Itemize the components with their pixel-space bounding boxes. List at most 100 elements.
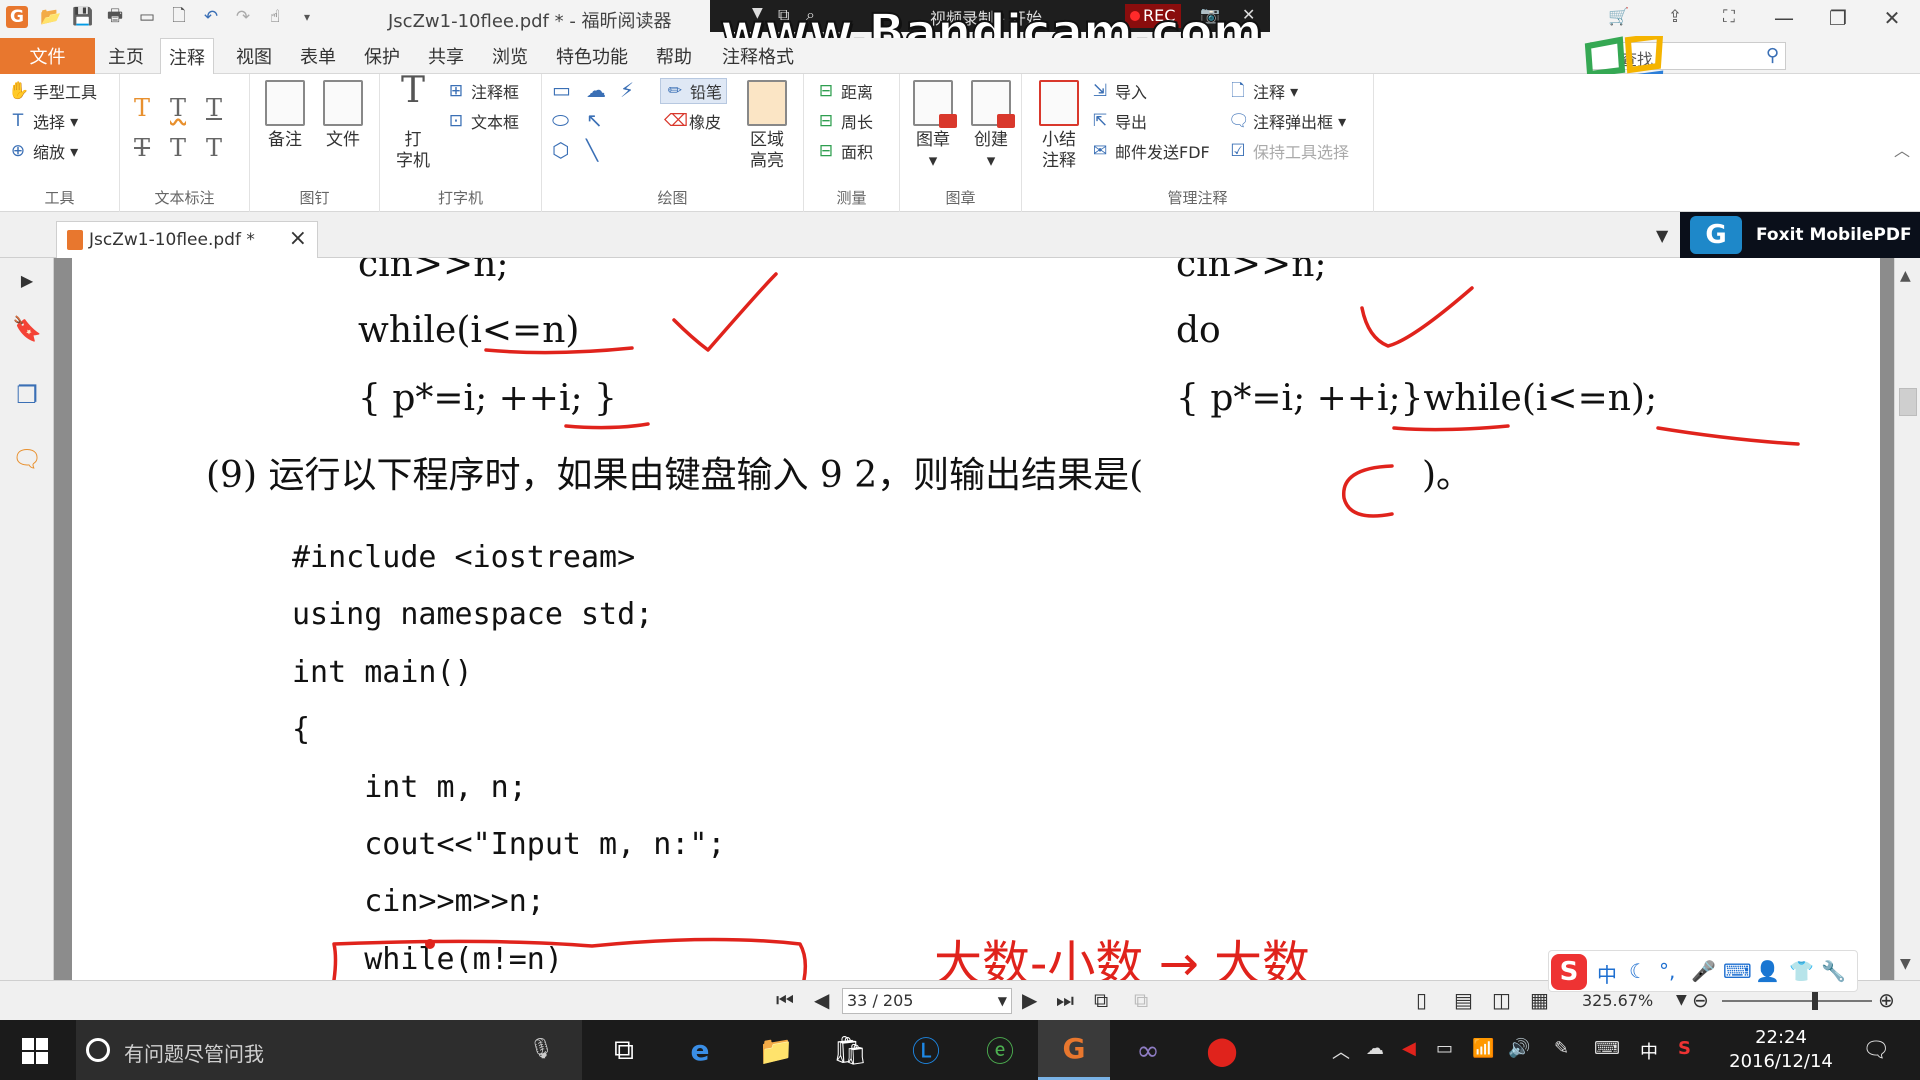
share-icon[interactable]: ⇪: [1664, 6, 1686, 28]
browser-360-icon[interactable]: ⓔ: [964, 1020, 1036, 1080]
line-icon[interactable]: ╲: [586, 138, 598, 162]
annotation-dropdown[interactable]: 🗋 注释 ▾: [1228, 78, 1298, 104]
export-button[interactable]: ⇱ 导出: [1090, 108, 1147, 134]
stamp-button[interactable]: 图章 ▾: [906, 80, 960, 172]
single-page-icon[interactable]: ▯: [1416, 988, 1427, 1012]
keyboard-icon[interactable]: ⌨: [1723, 959, 1752, 983]
eraser-button[interactable]: ⌫ 橡皮: [664, 108, 721, 134]
file-explorer-icon[interactable]: 📁: [740, 1020, 812, 1080]
foxit-taskbar-icon[interactable]: G: [1038, 1020, 1110, 1080]
page-dropdown-icon[interactable]: ▼: [998, 989, 1007, 1013]
scroll-thumb[interactable]: [1899, 388, 1917, 416]
redo-icon[interactable]: ↷: [232, 6, 254, 28]
callout-button[interactable]: ⊞ 注释框: [446, 78, 519, 104]
pages-icon[interactable]: ❐: [12, 380, 42, 410]
store-icon[interactable]: 🛍: [814, 1020, 886, 1080]
clock[interactable]: 22:24 2016/12/14: [1726, 1026, 1836, 1074]
pencil-button[interactable]: ✏ 铅笔: [660, 78, 728, 104]
document-view[interactable]: cin>>n; while(i<=n) { p*=i; ++i; } cin>>…: [54, 258, 1894, 980]
cloud-icon[interactable]: ☁: [586, 78, 606, 102]
cart-icon[interactable]: 🛒: [1608, 6, 1630, 28]
tray-alert-icon[interactable]: ◀: [1402, 1038, 1416, 1059]
foxit-app-icon[interactable]: G: [6, 6, 28, 28]
bookmark-icon[interactable]: 🔖: [12, 314, 42, 344]
save-icon[interactable]: 💾: [72, 6, 94, 28]
sogou-tray-icon[interactable]: S: [1678, 1038, 1691, 1059]
ime-mic-icon[interactable]: 🎤: [1691, 959, 1716, 983]
volume-icon[interactable]: 🔊: [1508, 1038, 1530, 1059]
summary-button[interactable]: 小结 注释: [1032, 80, 1086, 172]
rectangle-icon[interactable]: ▭: [552, 78, 571, 102]
wifi-icon[interactable]: 📶: [1472, 1038, 1494, 1059]
action-center-icon[interactable]: 🗨: [1862, 1038, 1890, 1063]
infinity-app-icon[interactable]: ∞: [1112, 1020, 1184, 1080]
customize-dropdown-icon[interactable]: ▾: [296, 6, 318, 28]
hand-quick-icon[interactable]: ☝: [264, 6, 286, 28]
underline-text-icon[interactable]: T: [206, 94, 222, 122]
pen-icon[interactable]: ✎: [1554, 1038, 1569, 1059]
scroll-up-icon[interactable]: ▲: [1900, 268, 1911, 284]
minimize-button[interactable]: —: [1766, 4, 1802, 32]
replace-text-icon[interactable]: T: [170, 134, 186, 162]
scroll-down-icon[interactable]: ▼: [1900, 956, 1911, 972]
bandicam-taskbar-icon[interactable]: ⬤: [1186, 1020, 1258, 1080]
continuous-page-icon[interactable]: ▤: [1454, 988, 1473, 1012]
typewriter-button[interactable]: T 打字机: [386, 73, 440, 172]
prev-view-icon[interactable]: ⧉: [1094, 988, 1108, 1012]
import-button[interactable]: ⇲ 导入: [1090, 78, 1147, 104]
arrow-icon[interactable]: ↖: [586, 108, 603, 132]
document-tab[interactable]: JscZw1-10flee.pdf * ×: [56, 221, 318, 258]
close-window-button[interactable]: ✕: [1874, 4, 1910, 32]
print-icon[interactable]: 🖶: [104, 6, 126, 28]
area-button[interactable]: ⊟ 面积: [816, 138, 873, 164]
close-tab-icon[interactable]: ×: [289, 226, 307, 251]
tab-list-dropdown-icon[interactable]: ▼: [1656, 226, 1668, 245]
comments-icon[interactable]: 🗨: [12, 444, 42, 474]
start-button[interactable]: [22, 1038, 48, 1064]
continuous-facing-icon[interactable]: ▦: [1530, 988, 1549, 1012]
polyline-icon[interactable]: ⚡: [620, 78, 634, 102]
touch-keyboard-icon[interactable]: ⌨: [1594, 1038, 1620, 1059]
zoom-in-icon[interactable]: ⊕: [1878, 988, 1895, 1012]
undo-icon[interactable]: ↶: [200, 6, 222, 28]
expand-panel-icon[interactable]: ▶: [12, 266, 42, 296]
tab-form[interactable]: 表单: [292, 38, 344, 74]
tab-browse[interactable]: 浏览: [484, 38, 536, 74]
microphone-icon[interactable]: 🎙: [529, 1036, 554, 1060]
email-fdf-button[interactable]: ✉ 邮件发送FDF: [1090, 138, 1210, 164]
last-page-icon[interactable]: ⏭: [1056, 988, 1074, 1012]
battery-icon[interactable]: ▭: [1436, 1038, 1453, 1059]
tab-home[interactable]: 主页: [100, 38, 152, 74]
area-highlight-button[interactable]: 区域 高亮: [740, 80, 794, 172]
next-view-icon[interactable]: ⧉: [1134, 988, 1148, 1012]
restore-button[interactable]: ❐: [1820, 4, 1856, 32]
zoom-tool-button[interactable]: ⊕ 缩放 ▾: [8, 138, 78, 164]
open-folder-icon[interactable]: 📂: [40, 6, 62, 28]
tab-comment[interactable]: 注释: [160, 38, 214, 75]
distance-button[interactable]: ⊟ 距离: [816, 78, 873, 104]
input-language[interactable]: 中: [1640, 1038, 1658, 1064]
tray-expand-icon[interactable]: ︿: [1332, 1038, 1350, 1064]
vertical-scrollbar[interactable]: ▲ ▼: [1894, 258, 1920, 980]
skin-icon[interactable]: 👕: [1789, 959, 1814, 983]
edge-icon[interactable]: e: [664, 1020, 736, 1080]
tab-view[interactable]: 视图: [228, 38, 280, 74]
create-stamp-button[interactable]: 创建 ▾: [964, 80, 1018, 172]
first-page-icon[interactable]: ⏮: [776, 988, 794, 1012]
polygon-icon[interactable]: ⬡: [552, 138, 569, 162]
app-l-icon[interactable]: Ⓛ: [890, 1020, 962, 1080]
popup-dropdown[interactable]: 🗨 注释弹出框 ▾: [1228, 108, 1346, 134]
scan-icon[interactable]: ▭: [136, 6, 158, 28]
page-number-box[interactable]: 33 / 205 ▼: [842, 988, 1012, 1014]
select-tool-button[interactable]: Ｔ 选择 ▾: [8, 108, 79, 134]
note-button[interactable]: 备注: [258, 80, 312, 151]
perimeter-button[interactable]: ⊟ 周长: [816, 108, 873, 134]
zoom-dropdown-icon[interactable]: ▼: [1676, 992, 1687, 1008]
wrench-icon[interactable]: 🔧: [1821, 959, 1846, 983]
strikeout-text-icon[interactable]: T: [134, 134, 150, 162]
tray-cloud-icon[interactable]: ☁: [1366, 1038, 1384, 1059]
tab-protect[interactable]: 保护: [356, 38, 408, 74]
facing-page-icon[interactable]: ◫: [1492, 988, 1511, 1012]
search-icon[interactable]: ⚲: [1766, 45, 1779, 66]
oval-icon[interactable]: ⬭: [552, 108, 569, 132]
